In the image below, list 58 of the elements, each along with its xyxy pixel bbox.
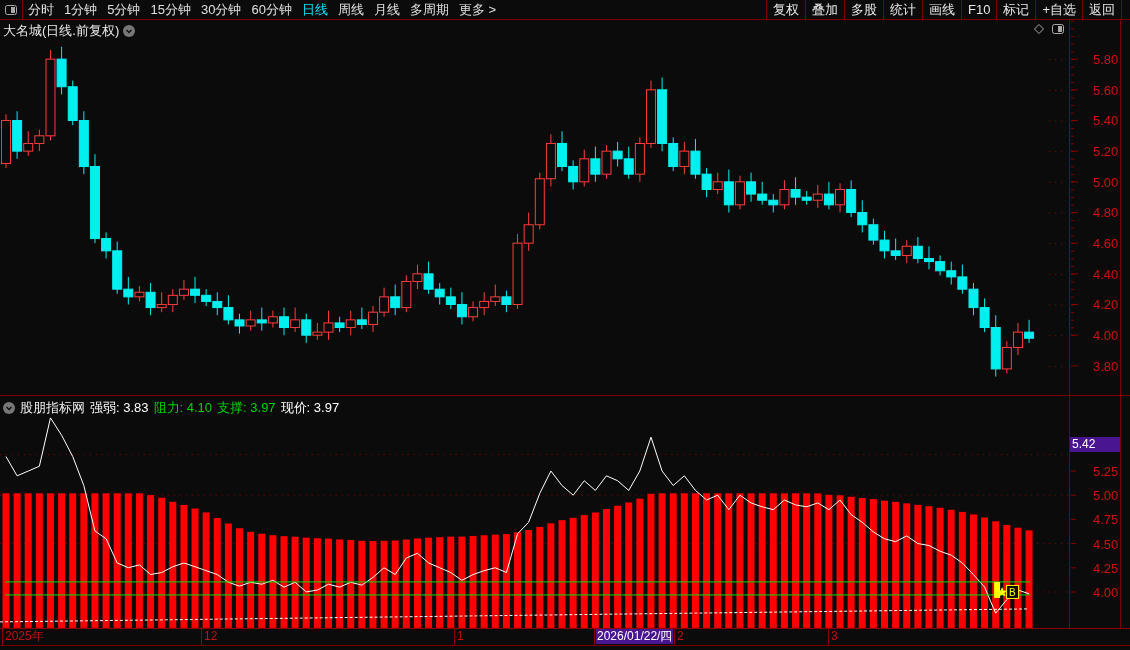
toolbar-button[interactable]: 复权 <box>766 0 805 19</box>
indicator-name: 股朋指标网 <box>20 399 85 417</box>
value-axis-label: 4.75 <box>1093 512 1119 528</box>
value-axis-label: 4.50 <box>1093 536 1119 552</box>
period-tab[interactable]: 60分钟 <box>246 0 297 19</box>
price-axis-label: 5.40 <box>1093 113 1119 129</box>
toolbar-button[interactable]: 叠加 <box>805 0 844 19</box>
period-tab[interactable]: 日线 <box>296 0 333 19</box>
value-axis-label: 4.25 <box>1093 560 1119 576</box>
indicator-reading: 支撑: 3.97 <box>217 399 276 417</box>
indicator-reading: 强弱: 3.83 <box>90 399 149 417</box>
signal-marker: B <box>1006 584 1020 599</box>
panel-toggle-icon[interactable] <box>1052 24 1064 34</box>
period-tab[interactable]: 多周期 <box>404 0 454 19</box>
panel-toggle-icon[interactable] <box>5 4 17 15</box>
toolbar-button[interactable]: 多股 <box>844 0 883 19</box>
period-tab[interactable]: 5分钟 <box>102 0 146 19</box>
price-axis-label: 5.60 <box>1093 82 1119 98</box>
star-icon <box>997 586 1008 597</box>
diamond-icon[interactable] <box>1034 24 1044 34</box>
indicator-reading: 现价: 3.97 <box>280 399 340 417</box>
period-tab[interactable]: 30分钟 <box>195 0 247 19</box>
toolbar-button[interactable]: 返回 <box>1082 0 1122 19</box>
period-tab[interactable]: 周线 <box>332 0 369 19</box>
price-axis-label: 4.80 <box>1093 205 1119 221</box>
toolbar-button[interactable]: 统计 <box>883 0 922 19</box>
price-axis-label: 5.80 <box>1093 52 1119 68</box>
toolbar-button[interactable]: 画线 <box>922 0 961 19</box>
date-axis-label: 3 <box>830 629 839 644</box>
current-value-label: 5.42 <box>1070 437 1120 452</box>
period-tab[interactable]: 月线 <box>368 0 405 19</box>
date-axis-label: 2025年 <box>4 629 45 644</box>
toolbar-button[interactable]: 标记 <box>996 0 1036 19</box>
value-axis-label: 5.25 <box>1093 464 1119 479</box>
period-tab[interactable]: 分时 <box>23 0 59 19</box>
price-axis-label: 3.80 <box>1093 358 1119 374</box>
dropdown-icon[interactable] <box>3 402 15 414</box>
price-axis-label: 5.20 <box>1093 144 1119 160</box>
date-axis-label: 2026/01/22/四 <box>596 629 674 644</box>
price-axis-label: 4.60 <box>1093 236 1119 252</box>
toolbar-button[interactable]: F10 <box>961 0 997 19</box>
period-tab[interactable]: 1分钟 <box>59 0 103 19</box>
date-axis-label: 1 <box>456 629 465 644</box>
value-axis-label: 5.00 <box>1093 488 1119 504</box>
price-axis-label: 4.20 <box>1093 297 1119 313</box>
toolbar-button[interactable]: +自选 <box>1035 0 1082 19</box>
price-axis-label: 4.40 <box>1093 266 1119 282</box>
chart-title: 大名城(日线.前复权) <box>3 22 120 40</box>
more-button[interactable]: 更多 > <box>453 0 502 19</box>
indicator-reading: 阻力: 4.10 <box>153 399 213 417</box>
date-axis-label: 12 <box>203 629 219 644</box>
dropdown-icon[interactable] <box>123 25 136 37</box>
period-tab[interactable]: 15分钟 <box>145 0 196 19</box>
signal-bar <box>994 581 1001 598</box>
price-axis-label: 4.00 <box>1093 328 1119 344</box>
value-axis-label: 4.00 <box>1093 585 1119 600</box>
price-axis-label: 5.00 <box>1093 174 1119 190</box>
date-axis-label: 2 <box>676 629 685 644</box>
